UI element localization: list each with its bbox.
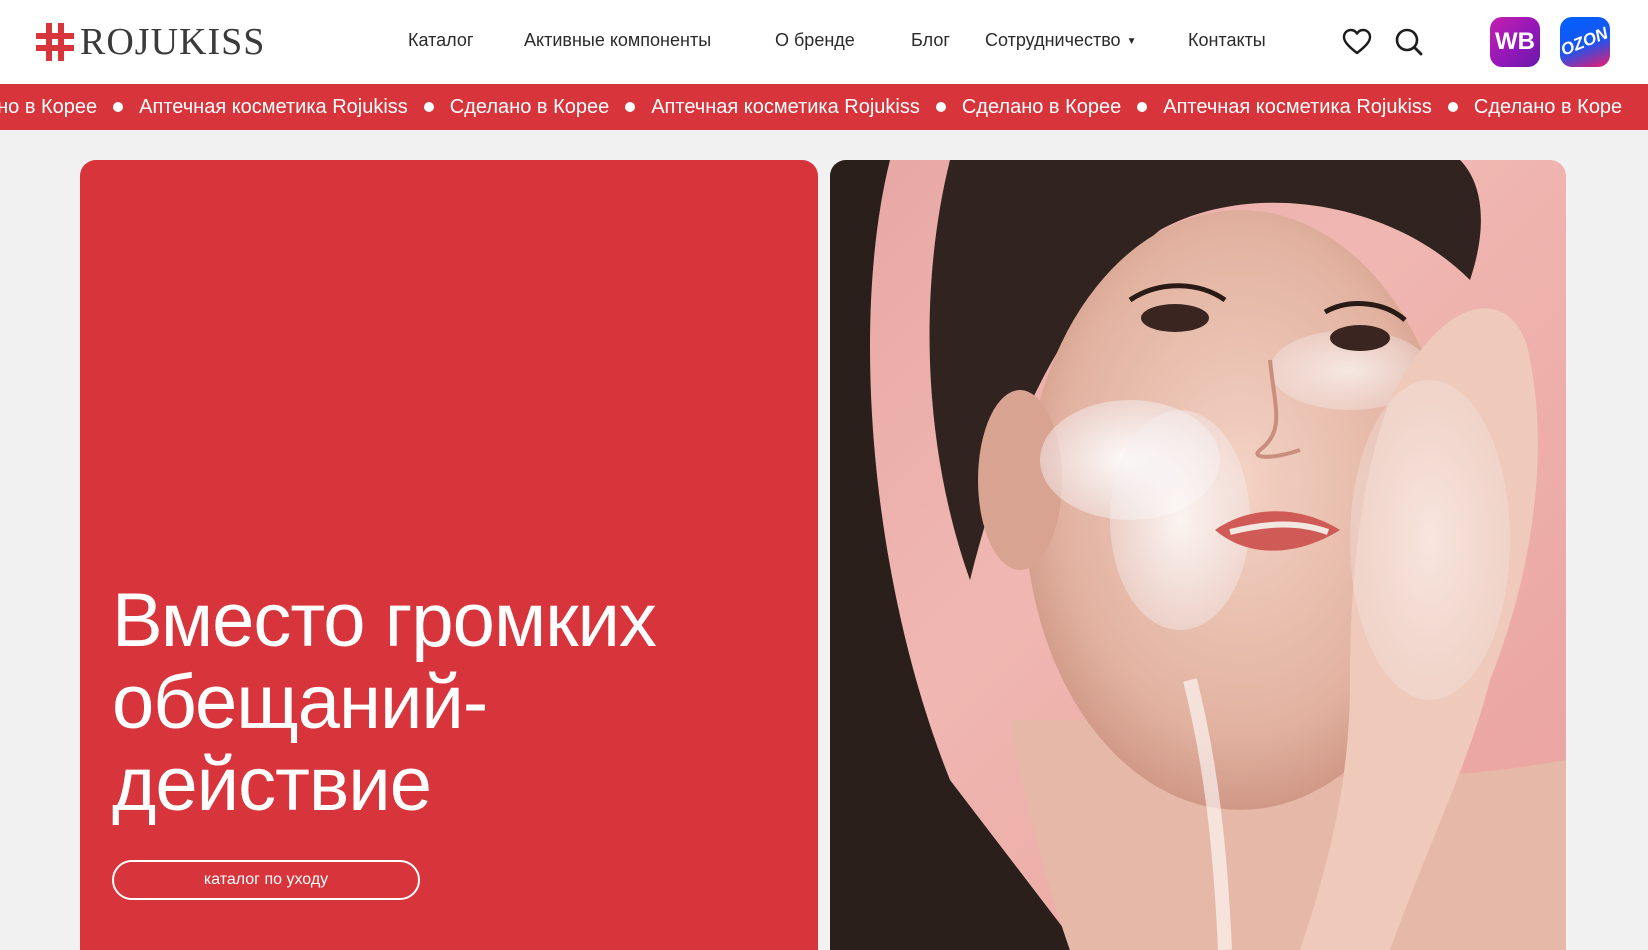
ozon-label: OZON [1558, 23, 1612, 60]
ticker-track: ано в Корее Аптечная косметика Rojukiss … [0, 84, 1622, 130]
ticker-item: Сделано в Коре [1473, 95, 1623, 118]
bullet-dot-icon [1447, 102, 1458, 112]
marquee-ticker: ано в Корее Аптечная косметика Rojukiss … [0, 84, 1648, 130]
ticker-item: Аптечная косметика Rojukiss [139, 95, 408, 118]
hero-promo-card: Вместо громких обещаний- действие катало… [80, 160, 818, 950]
face-foam-illustration [830, 160, 1566, 950]
bullet-dot-icon [113, 102, 124, 112]
hero-photo [830, 160, 1566, 950]
nav-item-cooperation[interactable]: Сотрудничество ▼ [985, 30, 1136, 51]
caret-down-icon: ▼ [1126, 35, 1137, 47]
ozon-icon[interactable]: OZON [1558, 17, 1612, 67]
ticker-item: Сделано в Корее [449, 95, 610, 118]
search-icon[interactable] [1394, 27, 1424, 57]
brand-name: ROJUKISS [80, 21, 266, 63]
hero-title-line: обещаний- [112, 660, 488, 745]
nav-item-blog[interactable]: Блог [911, 30, 950, 51]
ticker-item: ано в Корее [0, 95, 98, 118]
brand-cross-icon [36, 23, 74, 61]
bullet-dot-icon [935, 102, 946, 112]
hero-title-line: действие [112, 742, 432, 827]
care-catalog-button[interactable]: каталог по уходу [112, 860, 420, 900]
nav-item-contacts[interactable]: Контакты [1188, 30, 1266, 51]
ticker-item: Сделано в Корее [961, 95, 1122, 118]
ticker-item: Аптечная косметика Rojukiss [1163, 95, 1432, 118]
hero-title-line: Вместо громких [112, 578, 657, 663]
ticker-item: Аптечная косметика Rojukiss [651, 95, 920, 118]
bullet-dot-icon [423, 102, 434, 112]
nav-item-about-brand[interactable]: О бренде [775, 30, 855, 51]
wildberries-label: WB [1495, 28, 1535, 55]
nav-item-active-components[interactable]: Активные компоненты [524, 30, 711, 51]
site-header: ROJUKISS Каталог Активные компоненты О б… [0, 0, 1648, 84]
bullet-dot-icon [625, 102, 636, 112]
heart-icon[interactable] [1342, 27, 1372, 57]
brand-logo[interactable]: ROJUKISS [36, 20, 265, 64]
bullet-dot-icon [1137, 102, 1148, 112]
nav-item-cooperation-label: Сотрудничество [985, 30, 1121, 50]
nav-item-catalog[interactable]: Каталог [408, 30, 473, 51]
hero-title: Вместо громких обещаний- действие [112, 580, 792, 826]
wildberries-icon[interactable]: WB [1490, 17, 1540, 67]
